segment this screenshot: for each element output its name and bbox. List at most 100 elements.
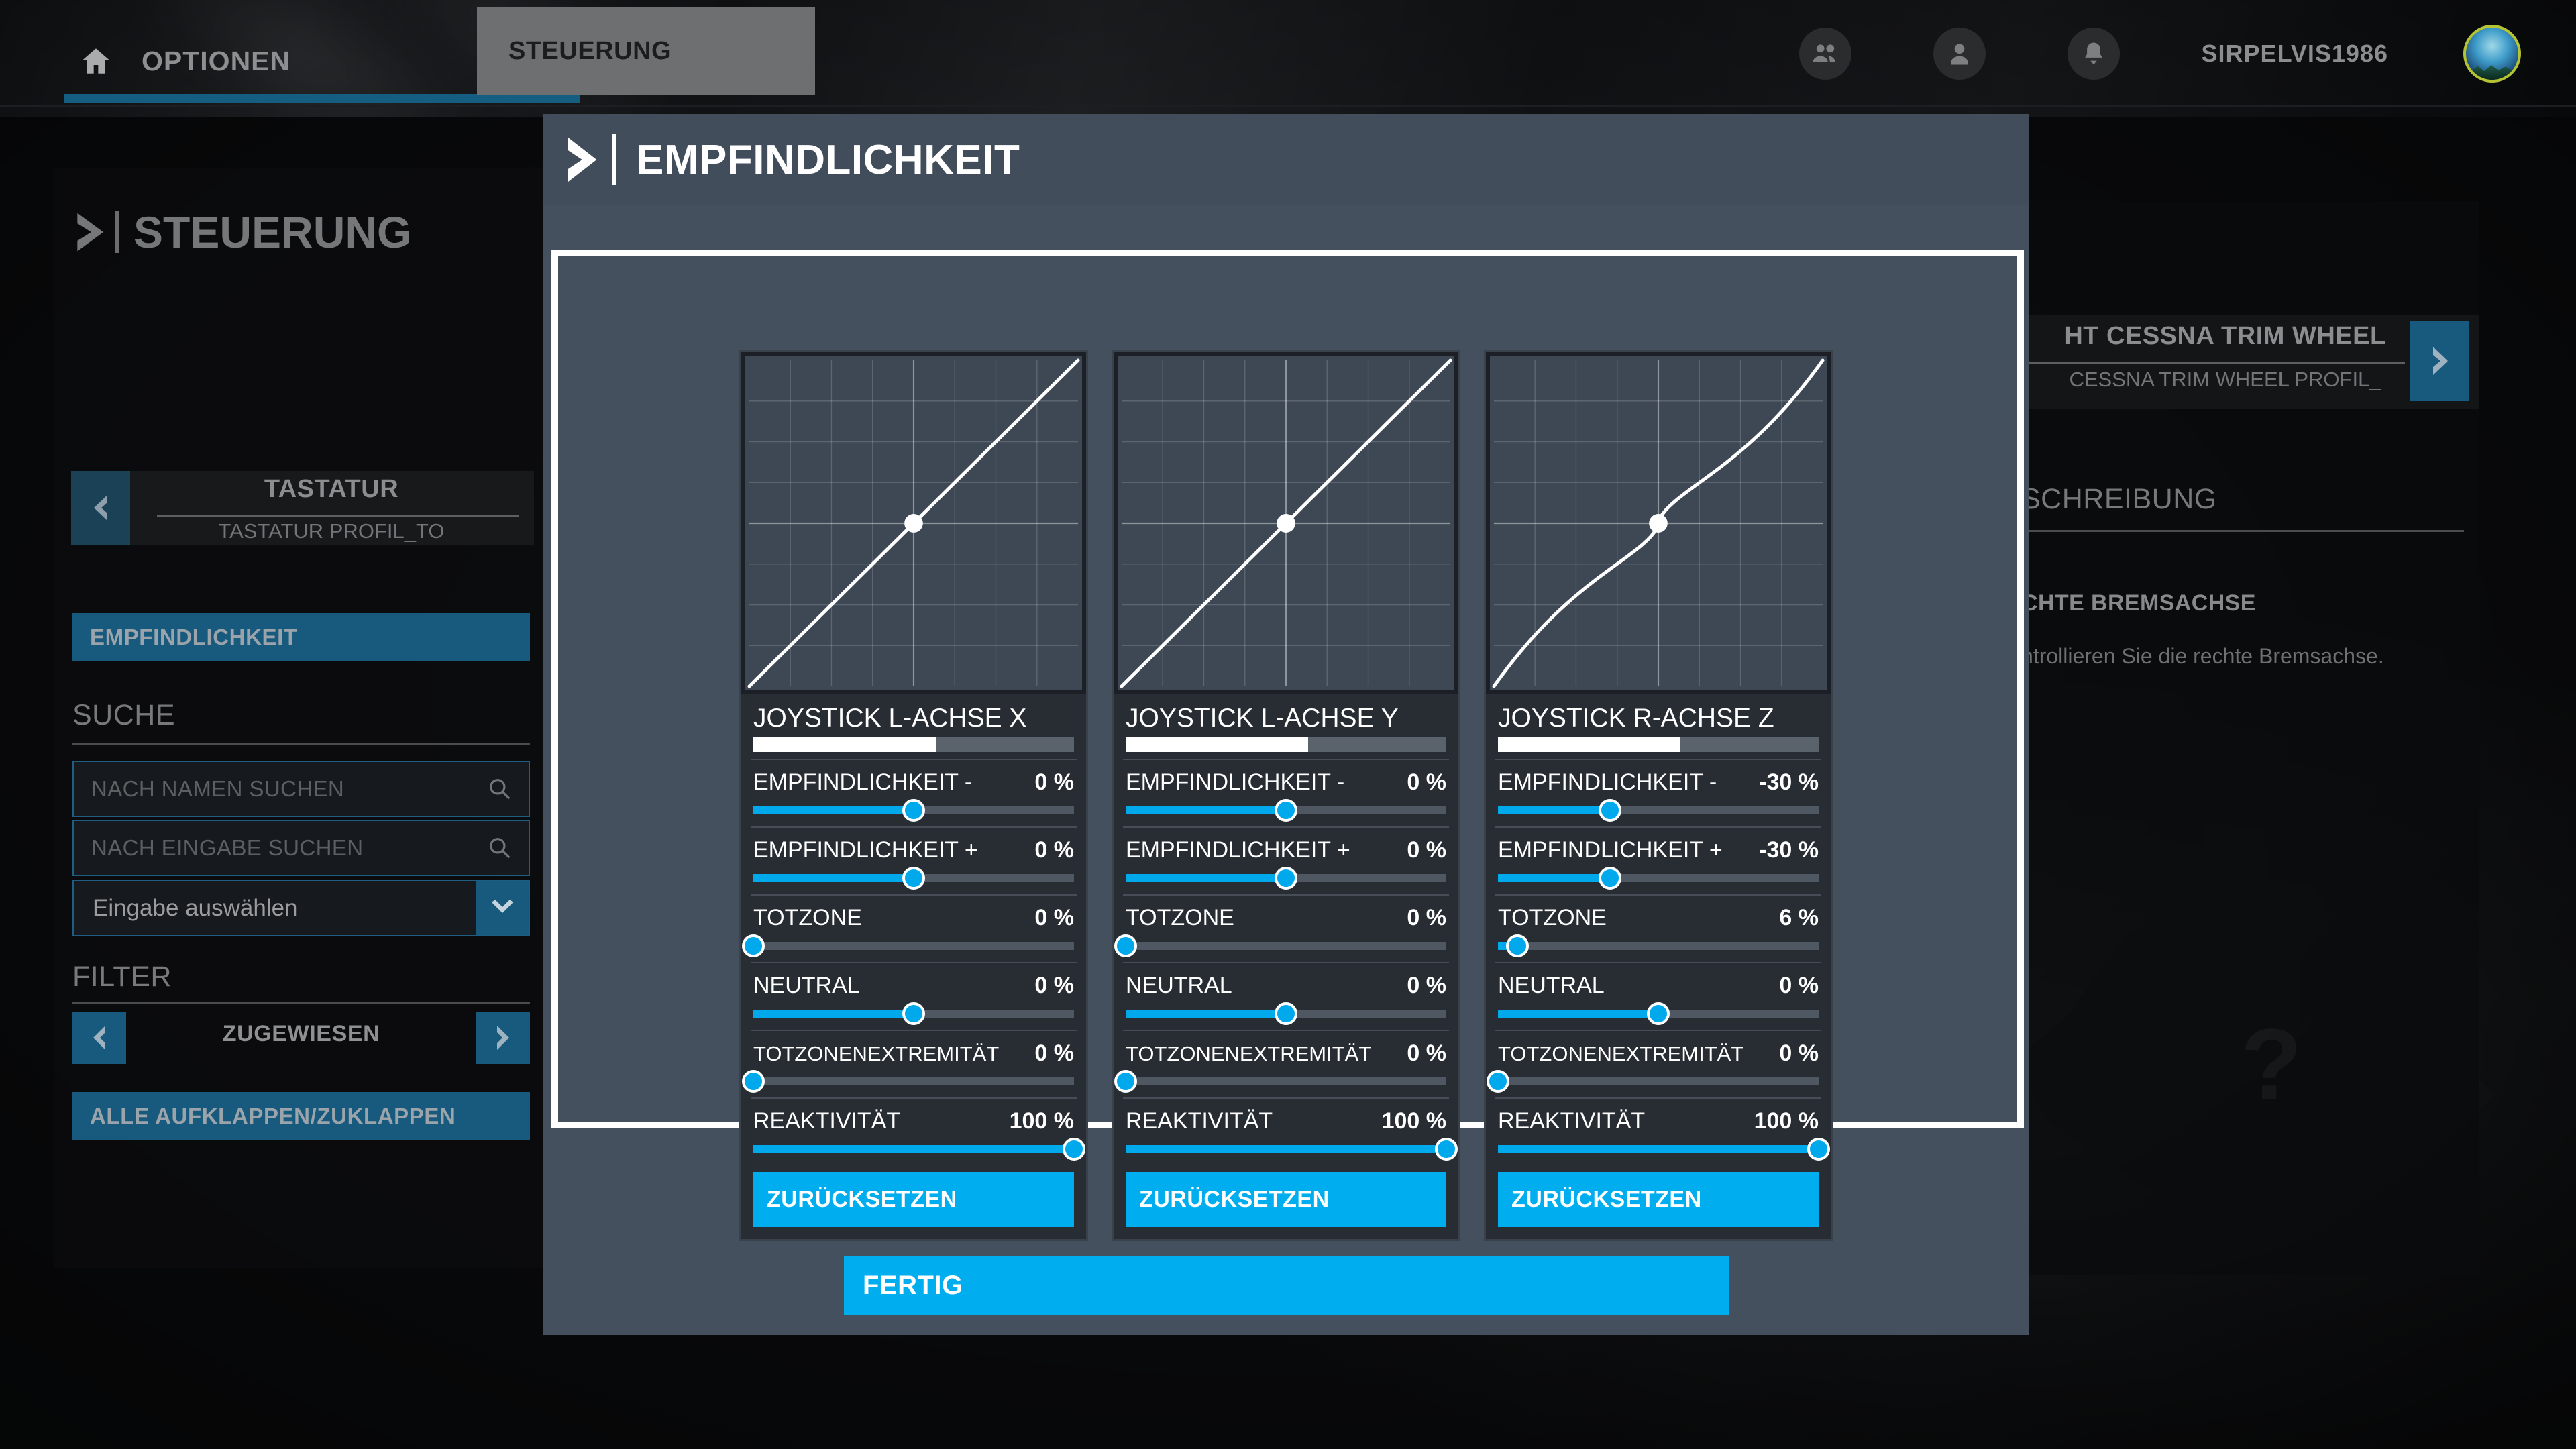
slider-label: TOTZONENEXTREMITÄT [753, 1042, 1000, 1065]
reset-button-label: ZURÜCKSETZEN [1139, 1186, 1330, 1212]
slider-value: 0 % [1779, 1040, 1819, 1066]
slider-row: TOTZONE 6 % [1486, 896, 1831, 962]
nav-username: SIRPELVIS1986 [2201, 40, 2388, 67]
slider-label: REAKTIVITÄT [753, 1108, 901, 1134]
slider-track[interactable] [1126, 1002, 1446, 1025]
slider-knob[interactable] [1275, 1002, 1297, 1025]
slider-track[interactable] [1126, 799, 1446, 822]
axis-card: JOYSTICK L-ACHSE Y EMPFINDLICHKEIT -0 % EM… [1112, 350, 1460, 1241]
slider-track[interactable] [1114, 1070, 1446, 1093]
search-name-input[interactable]: NACH NAMEN SUCHEN [72, 761, 530, 817]
axis-card-list: JOYSTICK L-ACHSE X EMPFINDLICHKEIT -0 % EM… [739, 350, 1839, 1241]
axis-input-meter [1498, 737, 1819, 752]
filter-next-button[interactable] [476, 1012, 530, 1064]
slider-knob[interactable] [1435, 1138, 1458, 1161]
sidebar-title-label: STEUERUNG [133, 207, 412, 257]
slider-track[interactable] [1126, 867, 1446, 890]
slider-fill [1498, 1010, 1658, 1018]
slider-row: EMPFINDLICHKEIT + -30 % [1486, 828, 1831, 894]
sidebar-device-name: TASTATUR [264, 475, 399, 503]
slider-knob[interactable] [742, 934, 765, 957]
slider-track[interactable] [1498, 867, 1819, 890]
sidebar-device-rule [157, 515, 519, 517]
reset-button[interactable]: ZURÜCKSETZEN [1126, 1172, 1446, 1227]
slider-knob[interactable] [1275, 799, 1297, 822]
device-prev-button[interactable] [71, 471, 130, 545]
slider-value: 6 % [1779, 905, 1819, 930]
slider-label: REAKTIVITÄT [1498, 1108, 1646, 1134]
bell-icon[interactable] [2067, 28, 2120, 80]
chevron-right-icon [2433, 347, 2448, 375]
slider-track[interactable] [1126, 1138, 1458, 1161]
axis-title: JOYSTICK L-ACHSE Y [1126, 704, 1399, 733]
slider-value: 0 % [1034, 973, 1074, 998]
expand-collapse-all-button[interactable]: ALLE AUFKLAPPEN/ZUKLAPPEN [72, 1092, 530, 1140]
title-separator-bar [115, 211, 119, 253]
slider-track[interactable] [1487, 1070, 1819, 1093]
slider-row: REAKTIVITÄT 100 % [1114, 1099, 1458, 1165]
slider-knob[interactable] [902, 1002, 925, 1025]
slider-track[interactable] [1498, 1138, 1830, 1161]
slider-track[interactable] [1498, 934, 1819, 957]
friends-icon[interactable] [1799, 28, 1851, 80]
sensitivity-curve-graph[interactable] [1114, 352, 1458, 694]
slider-track[interactable] [742, 934, 1074, 957]
reset-button[interactable]: ZURÜCKSETZEN [1498, 1172, 1819, 1227]
slider-track[interactable] [1498, 1002, 1819, 1025]
slider-label: TOTZONE [1498, 905, 1607, 930]
search-heading: SUCHE [72, 699, 176, 731]
right-device-next-button[interactable] [2410, 321, 2469, 401]
slider-knob[interactable] [1599, 799, 1622, 822]
slider-knob[interactable] [1599, 867, 1622, 890]
slider-track[interactable] [742, 1070, 1074, 1093]
slider-knob[interactable] [1114, 934, 1137, 957]
slider-track[interactable] [753, 867, 1074, 890]
right-device-name: HT CESSNA TRIM WHEEL [2064, 322, 2386, 350]
slider-knob[interactable] [1063, 1138, 1085, 1161]
nav-home-button[interactable] [64, 35, 139, 103]
slider-row: REAKTIVITÄT 100 % [741, 1099, 1086, 1165]
slider-label: TOTZONENEXTREMITÄT [1498, 1042, 1744, 1065]
expand-collapse-all-label: ALLE AUFKLAPPEN/ZUKLAPPEN [90, 1104, 456, 1128]
binding-select-dropdown-button[interactable] [476, 881, 529, 935]
filter-value: ZUGEWIESEN [222, 1021, 380, 1046]
slider-value: 0 % [1034, 905, 1074, 930]
slider-track[interactable] [753, 1138, 1085, 1161]
modal-title: EMPFINDLICHKEIT [636, 136, 1020, 183]
binding-select-value: Eingabe auswählen [93, 895, 298, 921]
binding-select[interactable]: Eingabe auswählen [72, 880, 530, 936]
right-info-panel: HT CESSNA TRIM WHEEL CESSNA TRIM WHEEL P… [2009, 201, 2479, 1275]
done-button[interactable]: FERTIG [844, 1256, 1729, 1315]
slider-knob[interactable] [1114, 1070, 1137, 1093]
slider-knob[interactable] [1807, 1138, 1830, 1161]
avatar[interactable] [2463, 25, 2521, 83]
sidebar-item-sensitivity[interactable]: EMPFINDLICHKEIT [72, 613, 530, 661]
slider-track[interactable] [1498, 799, 1819, 822]
slider-track[interactable] [1114, 934, 1446, 957]
filter-stepper: ZUGEWIESEN [72, 1012, 530, 1064]
slider-knob[interactable] [742, 1070, 765, 1093]
sensitivity-curve-graph[interactable] [1486, 352, 1831, 694]
sidebar-title: STEUERUNG [74, 207, 411, 258]
slider-track[interactable] [753, 799, 1074, 822]
slider-knob[interactable] [1275, 867, 1297, 890]
slider-knob[interactable] [1487, 1070, 1509, 1093]
search-heading-rule [72, 743, 530, 745]
search-binding-placeholder: NACH EINGABE SUCHEN [91, 835, 364, 860]
slider-knob[interactable] [902, 799, 925, 822]
sensitivity-curve-graph[interactable] [741, 352, 1086, 694]
search-binding-input[interactable]: NACH EINGABE SUCHEN [72, 820, 530, 876]
slider-row: REAKTIVITÄT 100 % [1486, 1099, 1831, 1165]
slider-knob[interactable] [902, 867, 925, 890]
slider-fill [1126, 1145, 1446, 1153]
slider-track[interactable] [753, 1002, 1074, 1025]
slider-row: TOTZONENEXTREMITÄT 0 % [1486, 1031, 1831, 1097]
slider-knob[interactable] [1647, 1002, 1670, 1025]
nav-right-cluster: SIRPELVIS1986 [1799, 0, 2576, 107]
profile-icon[interactable] [1933, 28, 1986, 80]
slider-knob[interactable] [1505, 934, 1529, 957]
reset-button[interactable]: ZURÜCKSETZEN [753, 1172, 1074, 1227]
tab-steuerung[interactable]: STEUERUNG [477, 7, 815, 95]
chevron-left-icon [94, 495, 107, 521]
slider-row: NEUTRAL 0 % [1114, 963, 1458, 1030]
